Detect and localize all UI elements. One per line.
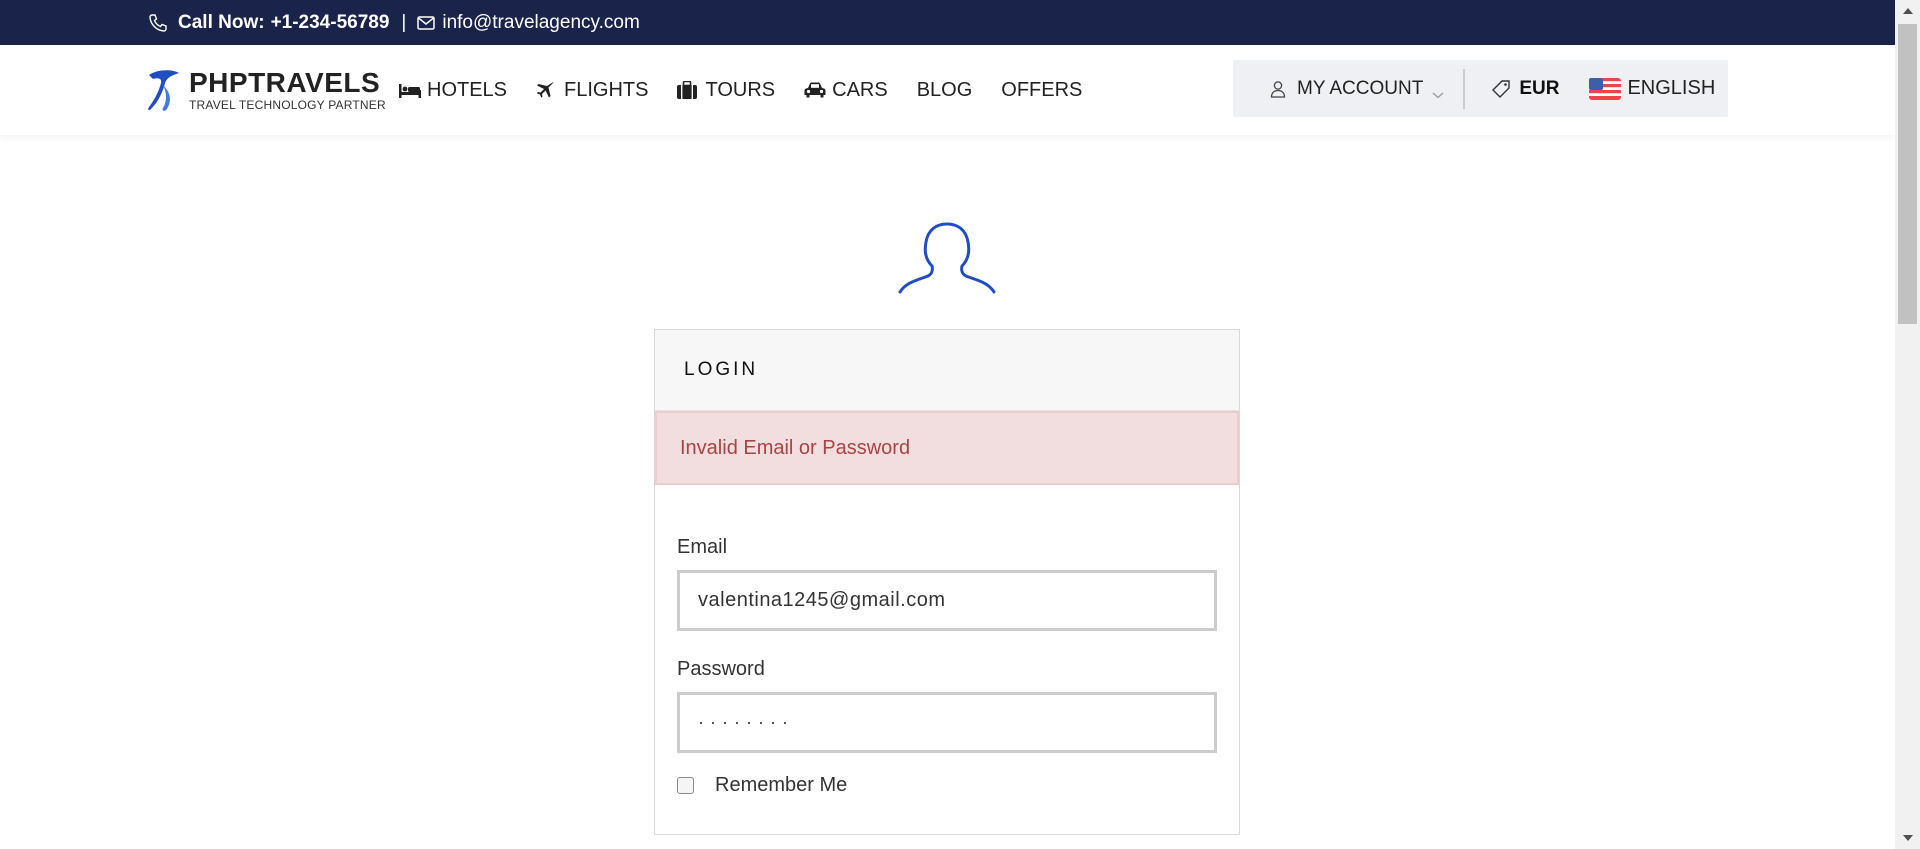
nav-flights-label: FLIGHTS: [564, 78, 649, 101]
car-icon: [804, 81, 826, 99]
logo-tagline: TRAVEL TECHNOLOGY PARTNER: [189, 97, 386, 112]
nav-hotels[interactable]: HOTELS: [399, 79, 507, 102]
nav-hotels-label: HOTELS: [427, 78, 508, 101]
user-icon: [1269, 80, 1287, 98]
main-header: PHPTRAVELS TRAVEL TECHNOLOGY PARTNER HOT…: [0, 45, 1895, 135]
logo-name: PHPTRAVELS: [189, 66, 381, 98]
page-scrollbar[interactable]: [1895, 0, 1920, 849]
top-contact-bar-content: Call Now: +1-234-56789 | info@travelagen…: [148, 0, 640, 45]
my-account-dropdown[interactable]: MY ACCOUNT: [1269, 78, 1445, 100]
main-nav: HOTELS FLIGHTS TOURS CARS BLOG OFFERS: [399, 45, 1111, 135]
my-account-label: MY ACCOUNT: [1297, 77, 1424, 99]
remember-me-label[interactable]: Remember Me: [715, 774, 847, 797]
password-label: Password: [677, 658, 765, 680]
error-alert: Invalid Email or Password: [655, 411, 1239, 485]
nav-cars-label: CARS: [832, 78, 888, 101]
scroll-down-arrow-icon[interactable]: [1895, 827, 1920, 849]
nav-flights[interactable]: FLIGHTS: [536, 79, 648, 102]
price-tag-icon: [1491, 79, 1511, 99]
mail-icon: [416, 13, 436, 33]
login-form: Email valentina1245@gmail.com Password ·…: [655, 485, 1239, 797]
nav-cars[interactable]: CARS: [804, 79, 888, 102]
currency-label: EUR: [1519, 77, 1560, 99]
currency-selector[interactable]: EUR: [1491, 78, 1559, 100]
contact-separator: |: [401, 11, 407, 33]
email-input[interactable]: valentina1245@gmail.com: [677, 570, 1217, 631]
nav-tours-label: TOURS: [705, 78, 776, 101]
language-selector[interactable]: ENGLISH: [1589, 77, 1715, 100]
login-title: LOGIN: [684, 359, 759, 380]
password-input[interactable]: ········: [677, 692, 1217, 753]
remember-me-checkbox[interactable]: [677, 777, 694, 794]
logo-mark-icon: [148, 70, 179, 111]
nav-offers-label: OFFERS: [1001, 78, 1083, 101]
phone-number-link[interactable]: +1-234-56789: [271, 12, 390, 34]
us-flag-icon: [1589, 77, 1622, 100]
top-contact-bar: Call Now: +1-234-56789 | info@travelagen…: [0, 0, 1895, 45]
plane-icon: [536, 81, 558, 99]
bed-icon: [399, 81, 421, 99]
site-logo[interactable]: PHPTRAVELS TRAVEL TECHNOLOGY PARTNER: [143, 65, 386, 115]
login-card-header: LOGIN: [655, 330, 1239, 411]
call-now-label: Call Now:: [178, 11, 265, 33]
phone-icon: [148, 13, 168, 33]
chevron-down-icon: [1431, 84, 1445, 98]
remember-me-row: Remember Me: [677, 774, 1217, 797]
logo-text: PHPTRAVELS TRAVEL TECHNOLOGY PARTNER: [189, 66, 386, 112]
scrollbar-thumb[interactable]: [1898, 24, 1917, 324]
nav-offers[interactable]: OFFERS: [1001, 79, 1082, 102]
language-label: ENGLISH: [1627, 77, 1716, 99]
email-label: Email: [677, 536, 728, 558]
suitcase-icon: [677, 81, 699, 99]
login-card: LOGIN Invalid Email or Password Email va…: [654, 329, 1240, 835]
nav-blog-label: BLOG: [916, 78, 973, 101]
account-toolbar: MY ACCOUNT EUR ENGLISH: [1233, 60, 1728, 117]
nav-tours[interactable]: TOURS: [677, 79, 775, 102]
email-link[interactable]: info@travelagency.com: [442, 12, 639, 34]
toolbar-divider: [1463, 68, 1466, 109]
user-avatar-icon: [898, 222, 996, 294]
scroll-up-arrow-icon[interactable]: [1895, 0, 1920, 22]
nav-blog[interactable]: BLOG: [917, 79, 973, 102]
